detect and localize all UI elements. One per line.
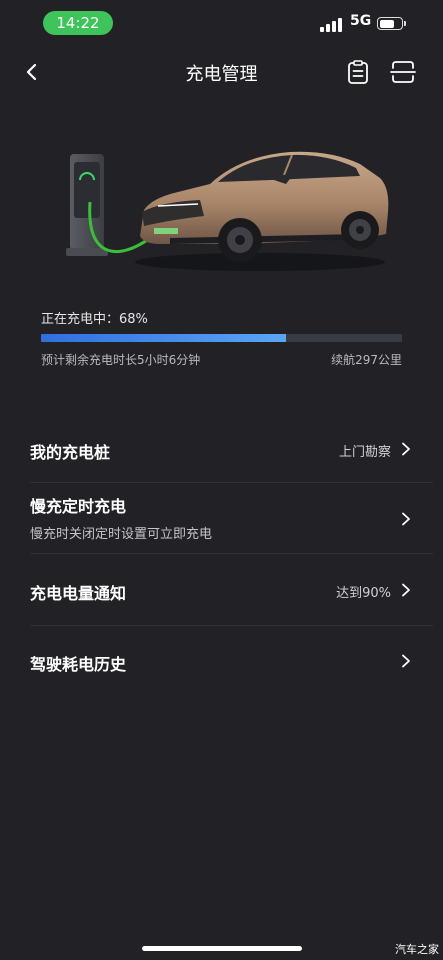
row-value: 达到90%: [336, 586, 391, 601]
range-estimate: 续航297公里: [331, 353, 402, 367]
row-my-charging-pile[interactable]: 我的充电桩 上门勘察: [30, 413, 433, 483]
row-value: 上门勘察: [338, 445, 391, 460]
charging-progress-bar: [41, 334, 402, 342]
charging-status: 正在充电中：68%: [41, 312, 148, 327]
row-driving-consumption-history[interactable]: 驾驶耗电历史: [30, 626, 433, 697]
row-title: 驾驶耗电历史: [30, 655, 127, 674]
charging-progress-fill: [41, 334, 287, 342]
home-indicator[interactable]: [142, 946, 302, 951]
network-type: 5G: [350, 13, 372, 29]
row-charge-notification[interactable]: 充电电量通知 达到90%: [30, 554, 433, 626]
row-title: 慢充定时充电: [30, 497, 127, 516]
status-bar: 14:22 5G: [0, 10, 443, 36]
scan-button[interactable]: [389, 58, 417, 86]
car-charging-illustration: [66, 151, 389, 271]
clipboard-icon: [348, 60, 368, 84]
chevron-right-icon: [402, 512, 410, 526]
charging-management-screen: 14:22 5G 充电管理 正在充电中：68% 预计剩余充电时长5小时6分钟 续…: [0, 0, 443, 960]
row-subtitle: 慢充时关闭定时设置可立即充电: [30, 527, 213, 542]
chevron-right-icon: [402, 654, 410, 668]
page-title: 充电管理: [185, 64, 258, 85]
records-button[interactable]: [344, 58, 372, 86]
chevron-right-icon: [402, 442, 410, 456]
signal-icon: [320, 17, 342, 32]
row-slow-charge-timer[interactable]: 慢充定时充电 慢充时关闭定时设置可立即充电: [30, 483, 433, 554]
battery-icon: [377, 17, 406, 30]
scan-icon: [390, 61, 416, 83]
watermark: 汽车之家: [395, 943, 439, 956]
nav-bar: 充电管理: [0, 52, 443, 92]
chevron-right-icon: [402, 583, 410, 597]
settings-list: 我的充电桩 上门勘察 慢充定时充电 慢充时关闭定时设置可立即充电 充电电量通知 …: [0, 413, 443, 697]
row-title: 我的充电桩: [30, 443, 111, 462]
remaining-time: 预计剩余充电时长5小时6分钟: [41, 353, 201, 367]
row-title: 充电电量通知: [30, 584, 127, 603]
status-time: 14:22: [43, 11, 113, 35]
